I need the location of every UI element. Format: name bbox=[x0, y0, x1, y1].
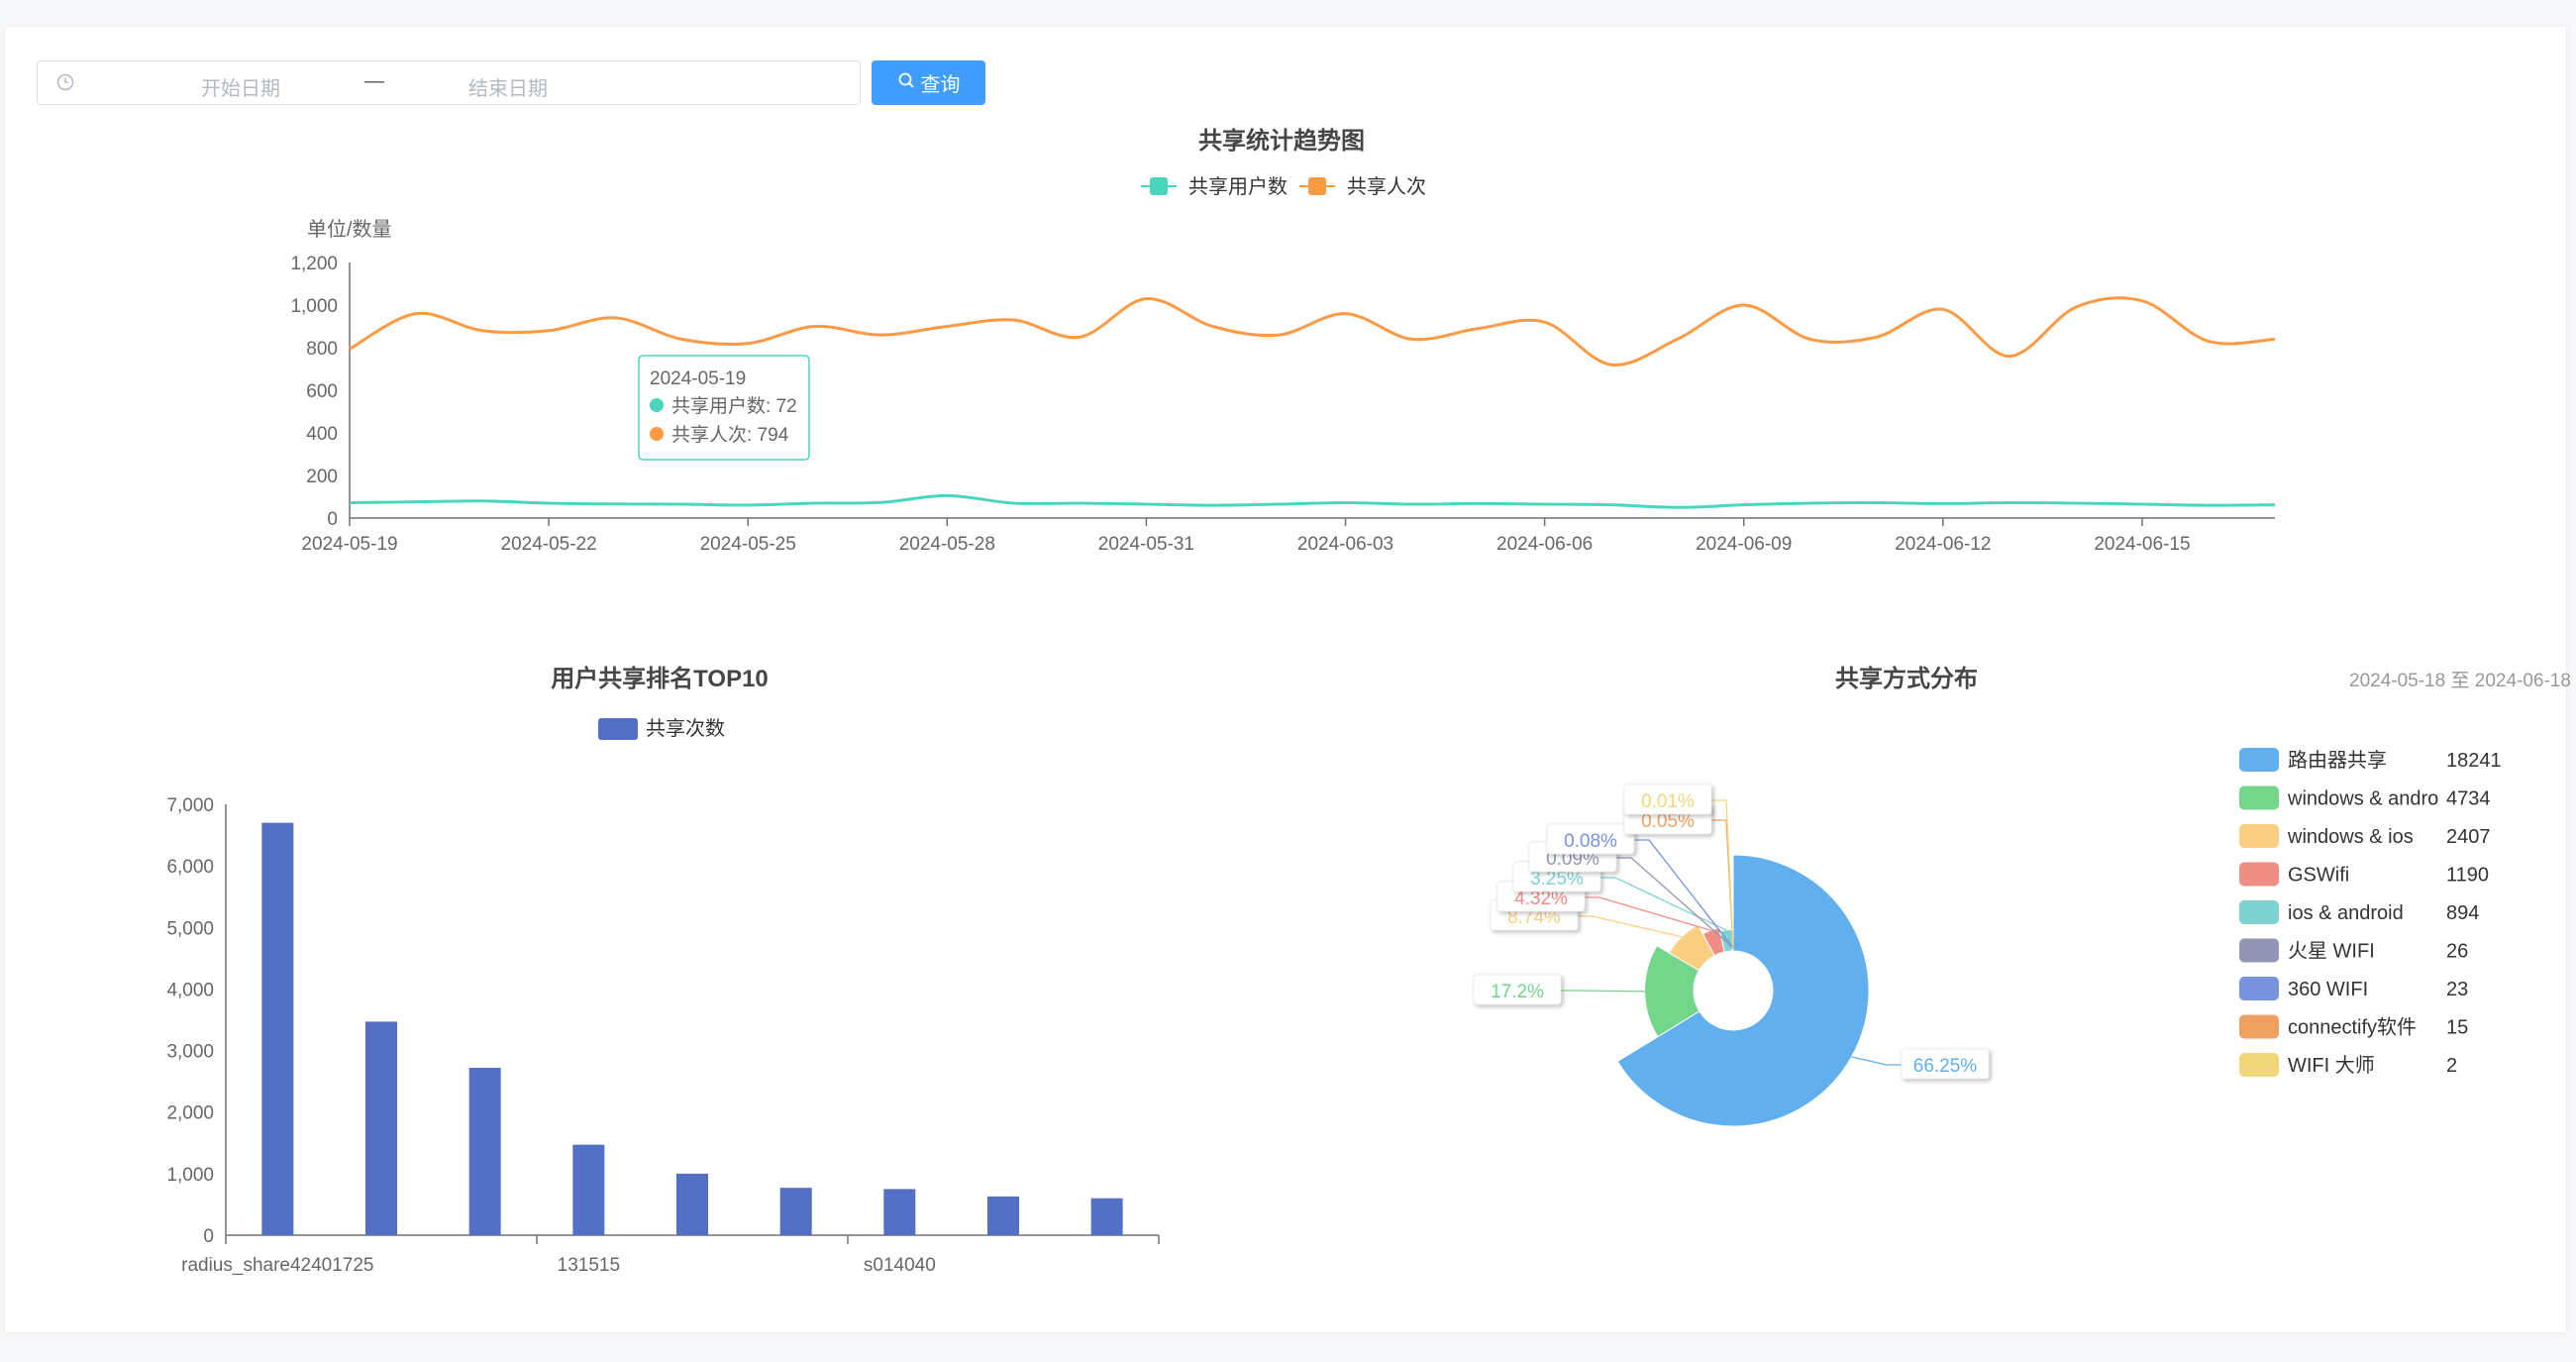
x-tick-label: 2024-05-28 bbox=[899, 534, 995, 555]
y-tick-label: 600 bbox=[306, 381, 338, 402]
pie-legend-marker[interactable] bbox=[2239, 862, 2279, 887]
bar-legend-marker bbox=[598, 718, 638, 740]
y-tick-label: 3,000 bbox=[166, 1042, 214, 1063]
bar[interactable] bbox=[468, 1067, 501, 1235]
x-tick-label: 2024-05-22 bbox=[501, 534, 597, 555]
pie-label-text: 66.25% bbox=[1913, 1056, 1978, 1077]
x-tick-label: s014040 bbox=[864, 1255, 936, 1276]
y-tick-label: 200 bbox=[306, 467, 338, 487]
y-tick-label: 7,000 bbox=[166, 795, 214, 816]
bar-legend-label: 共享次数 bbox=[646, 717, 725, 740]
charts-canvas: 共享统计趋势图共享用户数 共享人次单位/数量 0 200 400 600 800 1,000 1… bbox=[166, 127, 2571, 1276]
y-tick-label: 0 bbox=[203, 1226, 214, 1247]
series-line-shares bbox=[349, 296, 2276, 367]
x-tick-label: 2024-06-06 bbox=[1496, 534, 1593, 555]
pie-legend-value: 2407 bbox=[2446, 826, 2491, 848]
pie-label-line bbox=[1851, 1056, 1902, 1066]
pie-legend-label: 火星 WIFI bbox=[2288, 941, 2375, 963]
y-tick-label: 400 bbox=[306, 424, 338, 445]
pie-date-range: 2024-05-18 至 2024-06-18 bbox=[2349, 671, 2571, 691]
pie-label-line bbox=[1711, 799, 1734, 951]
bar[interactable] bbox=[779, 1188, 812, 1235]
chart-tooltip: 2024-05-19 共享用户数: 72 共享人次: 794 bbox=[638, 355, 810, 461]
pie-legend-marker[interactable] bbox=[2239, 1014, 2279, 1039]
y-axis-label: 单位/数量 bbox=[307, 218, 392, 241]
pie-legend-value: 23 bbox=[2446, 979, 2468, 1000]
pie-legend-label: windows & ios bbox=[2287, 826, 2414, 848]
x-tick-label: 2024-06-09 bbox=[1696, 534, 1792, 555]
pie-label-text: 17.2% bbox=[1491, 982, 1544, 1002]
y-tick-label: 4,000 bbox=[166, 980, 214, 1000]
line-chart-title: 共享统计趋势图 bbox=[1198, 127, 1365, 155]
y-tick-label: 1,200 bbox=[290, 254, 338, 274]
bar[interactable] bbox=[676, 1173, 708, 1235]
legend-marker bbox=[1308, 177, 1326, 195]
bar[interactable] bbox=[1090, 1198, 1123, 1235]
y-tick-label: 2,000 bbox=[166, 1103, 214, 1124]
pie-label-line bbox=[1578, 915, 1683, 938]
pie-label-line bbox=[1561, 990, 1645, 993]
pie-legend-label: ios & android bbox=[2288, 902, 2404, 924]
pie-chart-title: 共享方式分布 bbox=[1835, 665, 1978, 692]
bar[interactable] bbox=[987, 1196, 1019, 1235]
pie-legend-marker[interactable] bbox=[2239, 786, 2279, 810]
bar[interactable] bbox=[572, 1144, 605, 1235]
legend-label: 共享用户数 bbox=[1188, 175, 1288, 198]
legend-label: 共享人次 bbox=[1347, 175, 1426, 198]
pie-legend-label: 360 WIFI bbox=[2288, 979, 2368, 1000]
tooltip-row: 共享用户数: 72 bbox=[671, 395, 797, 417]
y-tick-label: 1,000 bbox=[290, 296, 338, 317]
pie-legend-value: 1190 bbox=[2446, 865, 2489, 887]
legend-marker bbox=[1150, 177, 1168, 195]
pie-legend-marker[interactable] bbox=[2239, 824, 2279, 848]
y-tick-label: 6,000 bbox=[166, 857, 214, 878]
pie-legend-label: windows & andro bbox=[2287, 788, 2438, 810]
pie-legend-value: 15 bbox=[2446, 1017, 2468, 1039]
bar[interactable] bbox=[261, 822, 294, 1235]
bar[interactable] bbox=[883, 1189, 916, 1235]
x-tick-label: 2024-06-15 bbox=[2094, 534, 2190, 555]
tooltip-marker bbox=[650, 427, 664, 441]
y-tick-label: 0 bbox=[327, 509, 338, 530]
pie-label-text: 0.08% bbox=[1564, 831, 1617, 852]
y-tick-label: 5,000 bbox=[166, 918, 214, 939]
pie-label-text: 0.01% bbox=[1641, 791, 1695, 812]
x-tick-label: 131515 bbox=[558, 1255, 620, 1276]
bar-chart-title: 用户共享排名TOP10 bbox=[551, 665, 769, 692]
bar[interactable] bbox=[365, 1021, 397, 1235]
pie-legend-value: 2 bbox=[2446, 1055, 2457, 1077]
pie-legend-marker[interactable] bbox=[2239, 1053, 2279, 1077]
pie-legend-value: 4734 bbox=[2446, 788, 2491, 810]
pie-legend-label: WIFI 大师 bbox=[2288, 1054, 2375, 1077]
x-tick-label: 2024-05-31 bbox=[1098, 534, 1194, 555]
pie-legend-label: 路由器共享 bbox=[2288, 749, 2387, 772]
tooltip-row: 共享人次: 794 bbox=[671, 424, 789, 446]
pie-legend-value: 18241 bbox=[2446, 750, 2502, 772]
pie-legend-marker[interactable] bbox=[2239, 938, 2279, 963]
pie-legend-marker[interactable] bbox=[2239, 748, 2279, 772]
pie-legend-value: 26 bbox=[2446, 941, 2468, 963]
pie-legend-label: GSWifi bbox=[2288, 865, 2349, 887]
y-tick-label: 1,000 bbox=[166, 1165, 214, 1186]
x-tick-label: 2024-05-25 bbox=[700, 534, 796, 555]
x-tick-label: 2024-06-03 bbox=[1297, 534, 1393, 555]
pie-legend-label: connectify软件 bbox=[2288, 1016, 2417, 1039]
pie-legend-value: 894 bbox=[2446, 902, 2479, 924]
tooltip-date: 2024-05-19 bbox=[650, 368, 746, 389]
x-tick-label: 2024-05-19 bbox=[301, 534, 397, 555]
x-tick-label: 2024-06-12 bbox=[1895, 534, 1991, 555]
series-line-users bbox=[349, 493, 2276, 509]
tooltip-marker bbox=[650, 398, 664, 412]
y-tick-label: 800 bbox=[306, 339, 338, 360]
x-tick-label: radius_share42401725 bbox=[181, 1255, 373, 1276]
pie-legend-marker[interactable] bbox=[2239, 977, 2279, 1000]
pie-legend-marker[interactable] bbox=[2239, 900, 2279, 924]
